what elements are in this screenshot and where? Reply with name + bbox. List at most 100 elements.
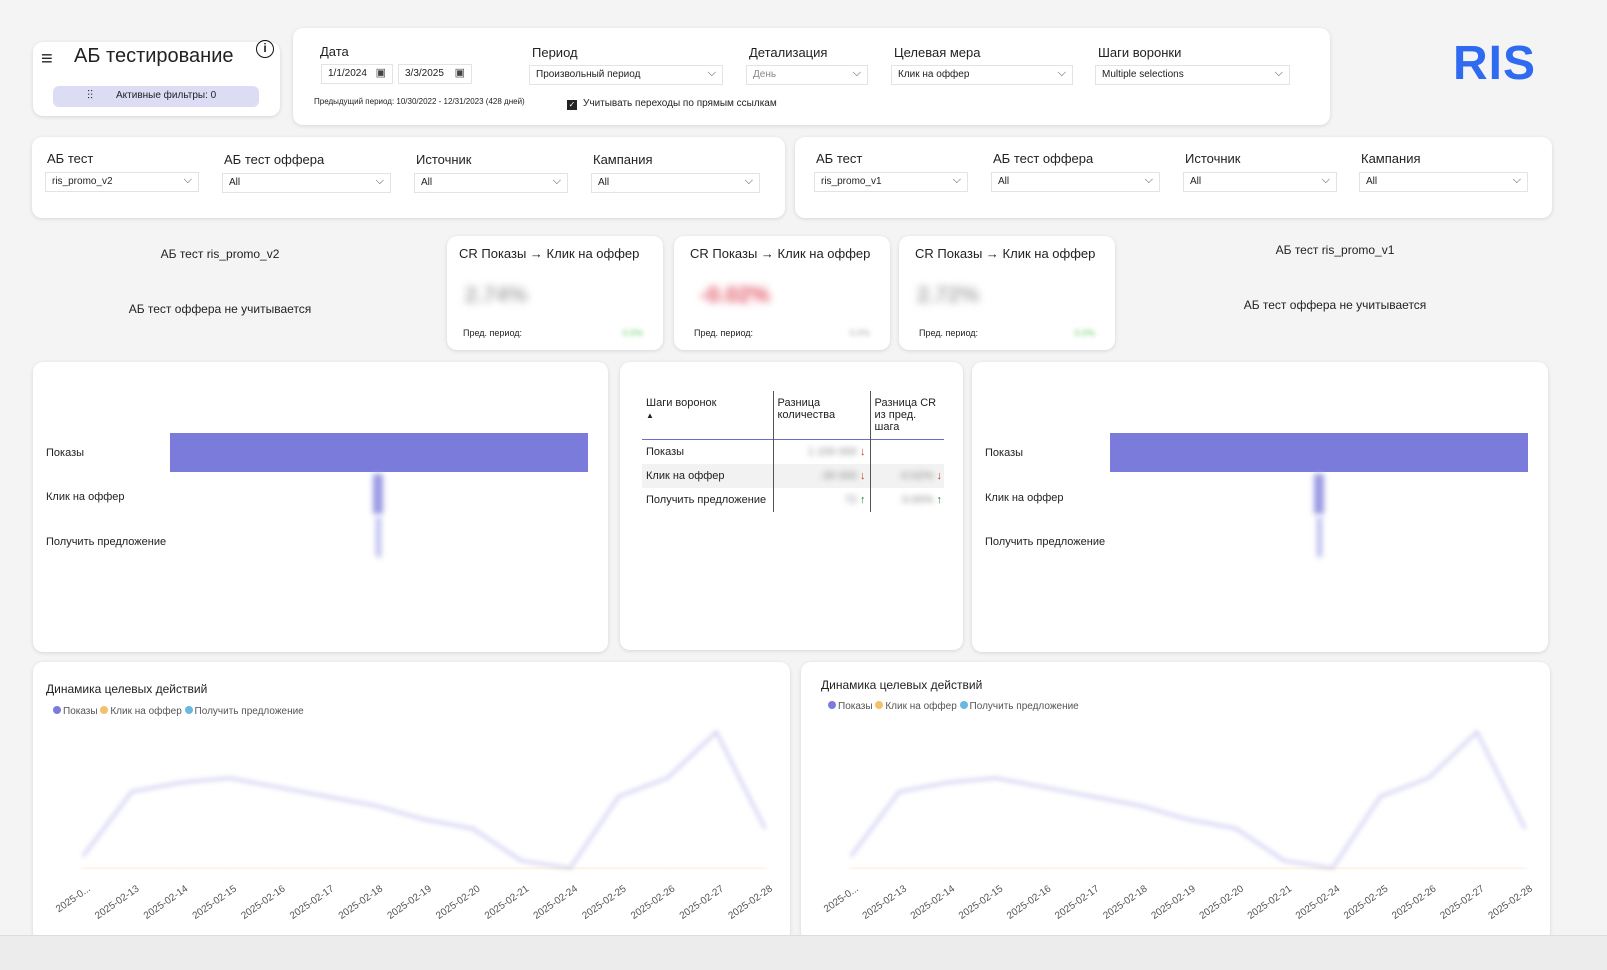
right-chart-card: Динамика целевых действий Показы Клик на… (801, 662, 1550, 942)
line-chart: 2025-0... 2025-02-13 2025-02-14 2025-02-15 2… (54, 729, 776, 922)
filters-card: Дата 1/1/2024 ▣ 3/3/2025 ▣ Предыдущий пери… (293, 28, 1330, 125)
x-tick-label: 2025-02-19 (386, 883, 435, 922)
measure-label: Целевая мера (894, 45, 981, 60)
title-card: ≡ АБ тестирование i ⫶⫶ Активные фильтры:… (33, 40, 280, 116)
sort-asc-icon: ▲ (646, 411, 654, 420)
funnel-bar-clicks (1314, 474, 1324, 514)
period-label: Период (532, 45, 578, 60)
x-tick-label: 2025-02-15 (957, 883, 1006, 922)
table-row: Получить предложение 72 ↑ 0.00% ↑ (642, 487, 944, 512)
funnel-diff-table-card: Шаги воронок ▲ Разница количества Разница… (620, 362, 963, 650)
right-filters-card: АБ тест ris_promo_v1 ⌵ АБ тест оффера All… (795, 137, 1552, 218)
x-tick-label: 2025-02-13 (93, 883, 142, 922)
col-qty: Разница количества (772, 391, 870, 440)
series-line-1 (83, 866, 765, 871)
ab-test-select[interactable]: ris_promo_v1 ⌵ (814, 172, 968, 192)
x-tick-label: 2025-02-13 (861, 883, 910, 922)
kpi-card: CR Показы → Клик на оффер -0.02% Пред. пе… (674, 236, 890, 350)
x-tick-label: 2025-02-17 (1053, 883, 1102, 922)
arrow-down-icon: ↓ (860, 445, 866, 458)
offer-test-select[interactable]: All ⌵ (222, 173, 391, 193)
campaign-select[interactable]: All ⌵ (591, 173, 760, 193)
left-test-info: АБ тест ris_promo_v2 (160, 247, 280, 261)
series-line-0 (81, 729, 767, 870)
measure-select[interactable]: Клик на оффер ⌵ (891, 65, 1073, 85)
x-tick-label: 2025-02-19 (1150, 883, 1199, 922)
menu-icon[interactable]: ≡ (41, 48, 53, 71)
arrow-down-icon: ↓ (860, 469, 866, 482)
right-test-info: АБ тест ris_promo_v1 (1275, 243, 1395, 257)
funnel-bar-shows[interactable] (1110, 433, 1528, 472)
x-tick-label: 2025-02-25 (580, 883, 629, 922)
x-tick-label: 2025-02-24 (532, 883, 581, 922)
previous-period: Предыдущий период: 10/30/2022 - 12/31/20… (314, 97, 525, 106)
offer-test-select[interactable]: All ⌵ (991, 172, 1160, 192)
funnel-bar-offers (1317, 517, 1322, 557)
left-chart-card: Динамика целевых действий Показы Клик на… (33, 662, 790, 942)
date-to-input[interactable]: 3/3/2025 ▣ (398, 64, 472, 84)
campaign-label: Кампания (593, 152, 653, 167)
x-tick-label: 2025-02-25 (1342, 883, 1391, 922)
x-tick-label: 2025-0... (54, 883, 93, 915)
funnel-bar-offers (376, 517, 381, 557)
x-tick-label: 2025-02-18 (337, 883, 386, 922)
x-tick-label: 2025-02-24 (1294, 883, 1343, 922)
arrow-up-icon: ↑ (936, 493, 943, 506)
left-funnel: Показы Клик на оффер Получить предложени… (33, 362, 608, 652)
x-tick-label: 2025-02-21 (1246, 883, 1295, 922)
x-tick-label: 2025-02-26 (1390, 883, 1439, 922)
x-tick-label: 2025-02-27 (1438, 883, 1487, 922)
date-label: Дата (320, 44, 349, 59)
x-tick-label: 2025-02-20 (1198, 883, 1247, 922)
funnel-diff-table: Шаги воронок ▲ Разница количества Разница… (642, 391, 944, 512)
offer-test-label: АБ тест оффера (993, 151, 1094, 166)
x-tick-label: 2025-02-14 (909, 883, 958, 922)
arrow-down-icon: ↓ (936, 469, 943, 482)
right-offer-info: АБ тест оффера не учитывается (1243, 298, 1427, 312)
x-tick-label: 2025-02-28 (1487, 883, 1536, 922)
x-tick-label: 2025-02-18 (1101, 883, 1150, 922)
source-label: Источник (416, 152, 472, 167)
x-tick-label: 2025-02-20 (434, 883, 483, 922)
col-cr: Разница CR из пред. шага (869, 391, 944, 440)
arrow-up-icon: ↑ (860, 493, 866, 506)
direct-links-label: Учитывать переходы по прямым ссылкам (583, 98, 777, 109)
offer-test-label: АБ тест оффера (224, 152, 325, 167)
x-tick-label: 2025-02-27 (678, 883, 727, 922)
x-tick-label: 2025-02-15 (191, 883, 240, 922)
funnel-bar-shows[interactable] (170, 433, 588, 472)
ab-test-label: АБ тест (47, 151, 94, 166)
x-tick-label: 2025-02-14 (142, 883, 191, 922)
source-select[interactable]: All ⌵ (1183, 172, 1337, 192)
info-icon[interactable]: i (256, 40, 274, 58)
active-filters-button[interactable]: ⫶⫶ Активные фильтры: 0 (53, 86, 259, 107)
left-filters-card: АБ тест ris_promo_v2 ⌵ АБ тест оффера All… (32, 137, 785, 218)
x-tick-label: 2025-0... (822, 883, 861, 915)
chevron-down-icon: ⌵ (1274, 67, 1283, 79)
steps-label: Шаги воронки (1098, 45, 1182, 60)
date-from-input[interactable]: 1/1/2024 ▣ (321, 64, 393, 84)
x-tick-label: 2025-02-17 (288, 883, 337, 922)
x-tick-label: 2025-02-26 (629, 883, 678, 922)
steps-select[interactable]: Multiple selections ⌵ (1095, 65, 1290, 85)
source-select[interactable]: All ⌵ (414, 173, 568, 193)
kpi-card: CR Показы → Клик на оффер 2.74% Пред. пер… (447, 236, 663, 350)
campaign-select[interactable]: All ⌵ (1359, 172, 1528, 192)
chevron-down-icon: ⌵ (1057, 67, 1066, 79)
bottom-bar (0, 935, 1607, 970)
x-tick-label: 2025-02-21 (483, 883, 532, 922)
period-select[interactable]: Произвольный период ⌵ (529, 65, 723, 85)
col-steps[interactable]: Шаги воронок ▲ (642, 391, 773, 440)
detail-select[interactable]: День ⌵ (746, 65, 868, 85)
table-row: Клик на оффер -30 000 ↓ -0.02% ↓ (642, 463, 944, 488)
x-tick-label: 2025-02-16 (1005, 883, 1054, 922)
right-funnel: Показы Клик на оффер Получить предложени… (972, 362, 1548, 652)
funnel-bar-clicks (373, 474, 383, 514)
table-row: Показы 1 100 000 ↓ (642, 439, 944, 464)
direct-links-checkbox[interactable]: ✓ (567, 100, 577, 110)
ab-test-select[interactable]: ris_promo_v2 ⌵ (45, 172, 199, 192)
line-chart: 2025-0... 2025-02-13 2025-02-14 2025-02-15 2… (822, 729, 1536, 922)
series-line-1 (851, 866, 1525, 871)
page-title: АБ тестирование (74, 45, 234, 67)
x-tick-label: 2025-02-28 (727, 883, 776, 922)
